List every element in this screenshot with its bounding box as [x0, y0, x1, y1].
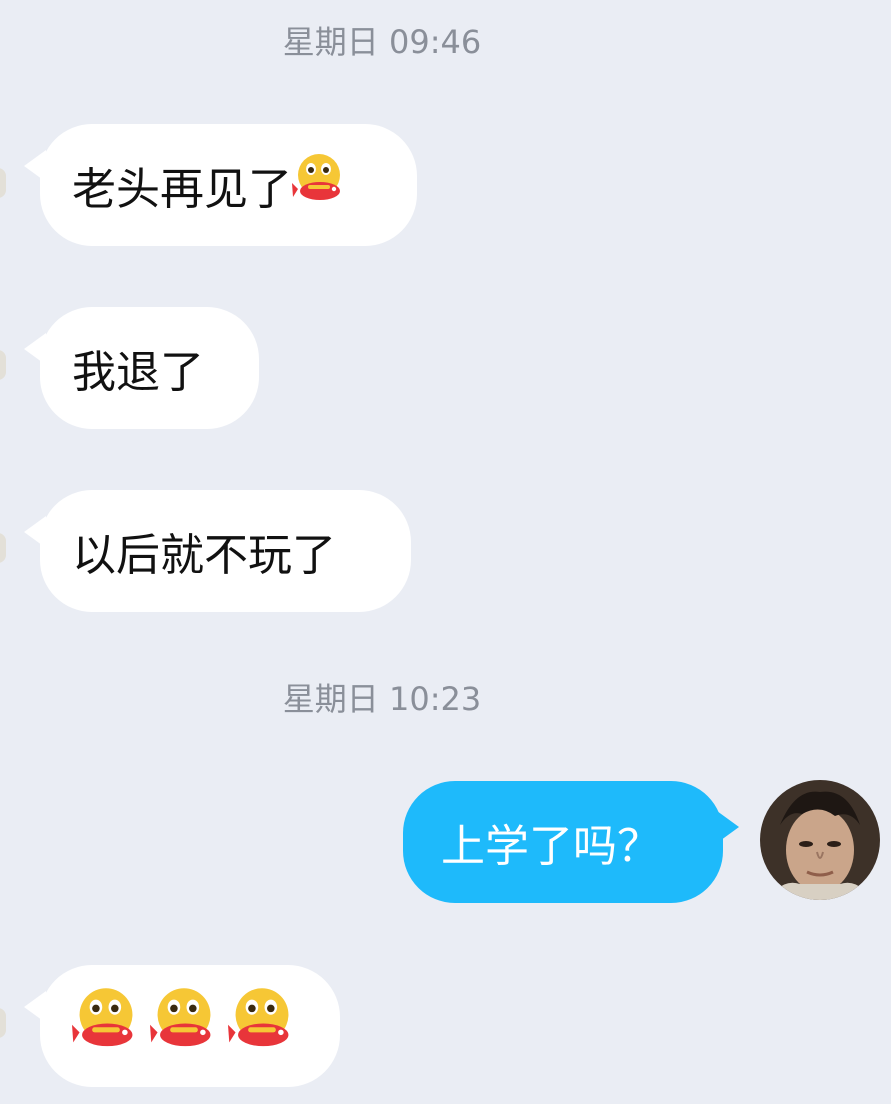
- user-avatar[interactable]: [760, 780, 880, 900]
- message-bubble-incoming[interactable]: [24, 965, 340, 1087]
- bubble-tail: [717, 811, 739, 843]
- message-text: 老头再见了: [72, 164, 292, 215]
- message-bubble-outgoing[interactable]: 上学了吗？: [403, 781, 739, 903]
- message-bubble-incoming[interactable]: 以后就不玩了: [24, 490, 411, 612]
- message-bubble-incoming[interactable]: 老头再见了: [24, 124, 417, 246]
- bubble-tail: [24, 333, 46, 365]
- partial-avatar[interactable]: [0, 533, 6, 563]
- message-bubble-incoming[interactable]: 我退了: [24, 307, 259, 429]
- fish-eating-face-emoji: [292, 153, 346, 218]
- bubble-tail: [24, 150, 46, 182]
- bubble-tail: [24, 991, 46, 1023]
- bubble-tail: [24, 516, 46, 548]
- partial-avatar[interactable]: [0, 168, 6, 198]
- message-text: 我退了: [72, 347, 204, 398]
- emoji-group: [72, 987, 296, 1066]
- partial-avatar[interactable]: [0, 350, 6, 380]
- message-timestamp: 星期日 09:46: [282, 23, 482, 61]
- message-text: 以后就不玩了: [72, 530, 336, 581]
- partial-avatar[interactable]: [0, 1008, 6, 1038]
- fish-eating-face-emoji: [228, 987, 296, 1066]
- fish-eating-face-emoji: [72, 987, 140, 1066]
- message-text: 上学了吗？: [441, 821, 661, 872]
- message-timestamp: 星期日 10:23: [282, 680, 482, 718]
- fish-eating-face-emoji: [150, 987, 218, 1066]
